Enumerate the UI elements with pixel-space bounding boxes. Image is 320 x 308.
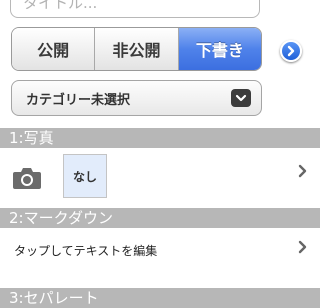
segment-private[interactable]: 非公開: [95, 28, 179, 70]
segment-public[interactable]: 公開: [12, 28, 96, 70]
category-select[interactable]: カテゴリー未選択: [11, 80, 262, 116]
chevron-down-icon: [231, 89, 251, 107]
camera-icon[interactable]: [12, 166, 42, 190]
photo-thumbnail[interactable]: なし: [63, 154, 107, 198]
photo-row[interactable]: なし: [0, 148, 320, 208]
segment-draft[interactable]: 下書き: [178, 28, 261, 70]
chevron-right-glyph: [287, 45, 295, 57]
title-input[interactable]: [10, 0, 260, 18]
chevron-right-circle-icon[interactable]: [280, 40, 302, 62]
chevron-right-icon: [298, 164, 307, 178]
section-header-photo: 1:写真: [0, 128, 320, 148]
section-header-markdown: 2:マークダウン: [0, 208, 320, 228]
section-header-separator: 3:セパレート: [0, 288, 320, 308]
markdown-edit-prompt: タップしてテキストを編集: [14, 244, 158, 258]
status-segmented-control[interactable]: 公開 非公開 下書き: [11, 27, 262, 71]
chevron-right-icon: [298, 240, 307, 254]
category-label: カテゴリー未選択: [26, 92, 131, 108]
markdown-row[interactable]: タップしてテキストを編集: [0, 228, 320, 288]
